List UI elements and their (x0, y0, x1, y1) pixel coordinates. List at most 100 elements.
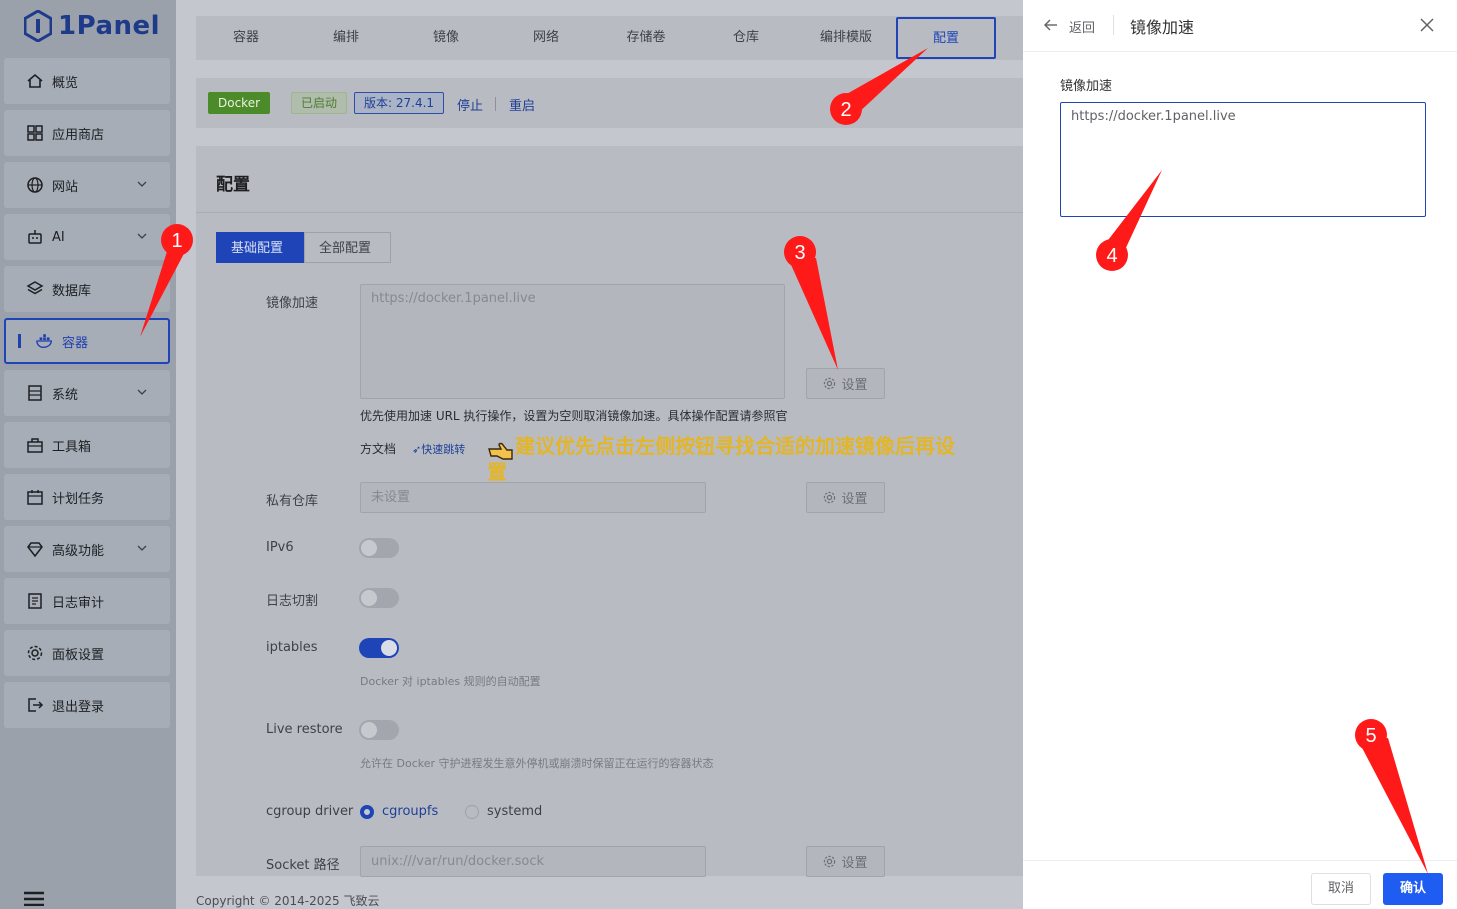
systemd-label[interactable]: systemd (487, 804, 542, 819)
tab-compose[interactable]: 编排 (296, 16, 396, 60)
ipv6-label: IPv6 (266, 540, 294, 555)
cgroupfs-label[interactable]: cgroupfs (382, 804, 438, 819)
back-link[interactable]: 返回 (1069, 17, 1095, 36)
tab-networks[interactable]: 网络 (496, 16, 596, 60)
mirror-set-button[interactable]: 设置 (806, 368, 885, 399)
tab-volumes[interactable]: 存储卷 (596, 16, 696, 60)
tab-all-config[interactable]: 全部配置 (304, 232, 391, 263)
annotation-marker-1: 1 (140, 224, 193, 337)
marker-number: 1 (171, 230, 182, 252)
sidebar-item-label: 计划任务 (52, 491, 105, 507)
radio-systemd[interactable] (465, 805, 479, 819)
ipv6-switch[interactable] (359, 538, 399, 558)
socket-input[interactable]: unix:///var/run/docker.sock (360, 846, 706, 877)
drawer-header: 返回 镜像加速 (1023, 0, 1457, 52)
sidebar-item-label: 概览 (52, 75, 79, 91)
sidebar-item-logout[interactable]: 退出登录 (4, 682, 170, 728)
marker-number: 2 (840, 99, 851, 121)
sidebar-item-website[interactable]: 网站 (4, 162, 170, 208)
tab-containers[interactable]: 容器 (196, 16, 296, 60)
registry-set-button[interactable]: 设置 (806, 482, 885, 513)
sidebar-item-label: 数据库 (52, 283, 92, 299)
drawer-title: 镜像加速 (1130, 18, 1195, 37)
tab-basic-config[interactable]: 基础配置 (216, 232, 304, 263)
annotation-marker-4: 4 (1096, 170, 1162, 271)
page-title: 配置 (216, 175, 250, 195)
marker-number: 4 (1106, 245, 1117, 267)
iptables-switch[interactable] (359, 638, 399, 658)
mirror-field-label: 镜像加速 (1060, 79, 1113, 94)
sidebar-item-toolbox[interactable]: 工具箱 (4, 422, 170, 468)
iptables-label: iptables (266, 640, 318, 655)
annotation-marker-5: 5 (1355, 719, 1428, 874)
sidebar-item-label: 日志审计 (52, 595, 105, 611)
button-label: 设置 (841, 378, 868, 393)
sidebar-item-app-store[interactable]: 应用商店 (4, 110, 170, 156)
chevron-down-icon (137, 389, 147, 395)
sidebar-item-label: 高级功能 (52, 543, 105, 559)
cancel-button[interactable]: 取消 (1311, 873, 1371, 905)
log-rotate-label: 日志切割 (266, 594, 319, 609)
chevron-down-icon (137, 545, 147, 551)
arrow-left-icon[interactable] (1043, 17, 1059, 33)
restart-link[interactable]: 重启 (509, 95, 535, 114)
marker-number: 5 (1365, 725, 1376, 747)
quick-jump-link[interactable]: ➶快速跳转 (412, 441, 465, 457)
stop-link[interactable]: 停止 (457, 95, 483, 114)
mirror-help-text: 优先使用加速 URL 执行操作，设置为空则取消镜像加速。具体操作配置请参照官 (360, 409, 788, 423)
sidebar-item-label: 应用商店 (52, 127, 105, 143)
button-label: 设置 (841, 492, 868, 507)
sidebar-item-label: 网站 (52, 179, 79, 195)
version-badge: 版本: 27.4.1 (354, 92, 445, 114)
annotation-marker-2: 2 (830, 48, 928, 125)
status-badge: 已启动 (291, 92, 348, 114)
panel-divider (196, 212, 1023, 213)
mirror-label: 镜像加速 (266, 296, 319, 311)
log-rotate-switch[interactable] (359, 588, 399, 608)
socket-label: Socket 路径 (266, 858, 340, 873)
tab-images[interactable]: 镜像 (396, 16, 496, 60)
chevron-down-icon (137, 181, 147, 187)
toolbox-icon (27, 438, 43, 453)
sidebar-item-cron[interactable]: 计划任务 (4, 474, 170, 520)
socket-set-button[interactable]: 设置 (806, 846, 885, 877)
gear-icon (824, 491, 836, 504)
sidebar-item-panel-settings[interactable]: 面板设置 (4, 630, 170, 676)
mirror-textarea[interactable]: https://docker.1panel.live (360, 284, 785, 399)
radio-cgroupfs[interactable] (360, 805, 374, 819)
mirror-help-text-2: 方文档 (360, 442, 397, 456)
log-icon (28, 593, 42, 609)
sidebar-item-overview[interactable]: 概览 (4, 58, 170, 104)
sidebar-item-label: 系统 (52, 387, 79, 403)
close-icon[interactable] (1419, 17, 1435, 33)
layers-icon (26, 281, 44, 295)
registry-label: 私有仓库 (266, 494, 319, 509)
1panel-logo-icon (24, 10, 52, 42)
live-restore-switch[interactable] (359, 720, 399, 740)
sidebar-item-system[interactable]: 系统 (4, 370, 170, 416)
sidebar-item-label: 退出登录 (52, 699, 105, 715)
send-icon: ➶ (412, 443, 422, 456)
button-label: 设置 (841, 856, 868, 871)
sidebar-item-label: AI (52, 229, 65, 245)
sidebar: 1Panel 概览 应用商店 网站 AI 数据库 容器 系统 工具箱 计划任务 (0, 0, 176, 909)
server-icon (28, 385, 42, 401)
confirm-button[interactable]: 确认 (1383, 873, 1443, 905)
globe-icon (27, 177, 43, 193)
annotation-tip: 建议优先点击左侧按钮寻找合适的加速镜像后再设置 (487, 434, 955, 484)
copyright-text: Copyright © 2014-2025 飞致云 (196, 894, 380, 908)
status-divider (495, 97, 496, 111)
diamond-icon (27, 542, 43, 558)
quick-jump-label: 快速跳转 (421, 443, 466, 456)
cgroup-label: cgroup driver (266, 804, 354, 819)
config-panel: 配置 基础配置 全部配置 镜像加速 https://docker.1panel.… (196, 146, 1023, 877)
sidebar-item-advanced[interactable]: 高级功能 (4, 526, 170, 572)
brand-logo[interactable]: 1Panel (24, 8, 160, 44)
registry-input[interactable]: 未设置 (360, 482, 706, 513)
marker-number: 3 (794, 242, 805, 264)
gear-icon (824, 855, 836, 868)
menu-collapse-icon[interactable] (24, 890, 44, 906)
gear-icon (824, 377, 836, 390)
tab-registries[interactable]: 仓库 (696, 16, 796, 60)
sidebar-item-log-audit[interactable]: 日志审计 (4, 578, 170, 624)
